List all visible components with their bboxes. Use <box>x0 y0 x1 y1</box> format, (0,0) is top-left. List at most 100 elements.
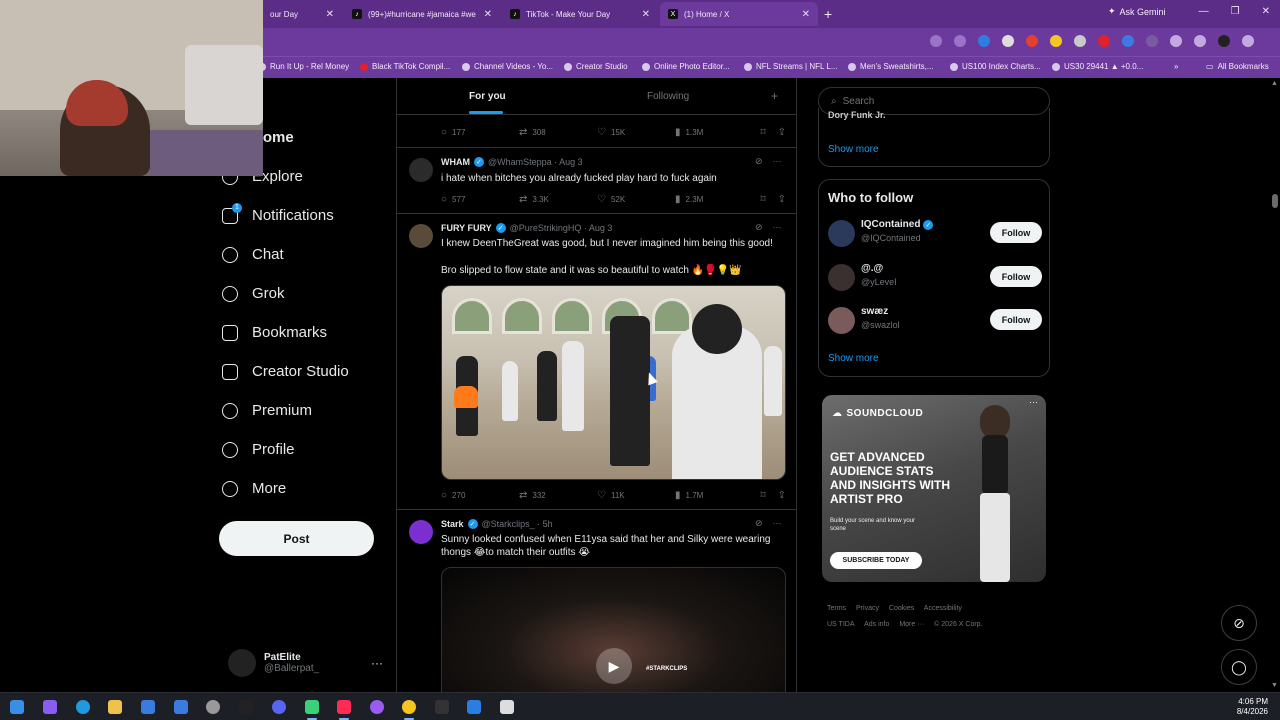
reply-button[interactable]: ○ 270 <box>441 490 519 501</box>
show-more-link[interactable]: Show more <box>828 144 879 155</box>
system-clock[interactable]: 4:06 PM 8/4/2026 <box>1237 697 1268 717</box>
nav-item-notifications[interactable]: 1 Notifications <box>222 196 349 235</box>
like-button[interactable]: ♡ 52K <box>597 194 675 205</box>
steam-icon[interactable] <box>206 700 220 714</box>
repost-button[interactable]: ⇄ 3.3K <box>519 194 597 205</box>
ask-gemini-button[interactable]: ✦ Ask Gemini <box>1108 6 1166 17</box>
bookmark-item[interactable]: Channel Videos - Yo... <box>462 62 553 71</box>
close-icon[interactable]: ✕ <box>326 9 334 20</box>
share-icon[interactable]: ⇪ <box>778 194 786 205</box>
nav-item-grok[interactable]: Grok <box>222 274 349 313</box>
bookmarks-overflow-button[interactable]: » <box>1174 62 1178 71</box>
extension-icon[interactable] <box>978 35 990 47</box>
views-button[interactable]: ▮ 1.7M <box>675 490 753 501</box>
extension-icon[interactable] <box>1050 35 1062 47</box>
follow-suggestion[interactable]: @.@ @yLeveI Follow <box>828 262 1042 292</box>
grok-icon[interactable]: ⊘ <box>755 222 763 233</box>
bookmark-icon[interactable]: ⌑ <box>760 194 765 205</box>
bookmark-item[interactable]: Black TikTok Compil... <box>360 62 450 71</box>
tweet-video[interactable]: ▶ #STARKCLIPS <box>441 567 786 692</box>
avatar[interactable] <box>828 220 855 247</box>
kebab-menu-icon[interactable] <box>1242 35 1254 47</box>
scroll-down-icon[interactable]: ▼ <box>1271 682 1278 689</box>
close-icon[interactable]: ✕ <box>484 9 492 20</box>
scroll-thumb[interactable] <box>1272 194 1278 208</box>
views-button[interactable]: ▮ 1.3M <box>675 127 753 138</box>
close-window-icon[interactable]: ✕ <box>1262 6 1270 17</box>
share-icon[interactable]: ⇪ <box>778 490 786 501</box>
new-tab-button[interactable]: + <box>824 6 832 22</box>
star-icon[interactable] <box>954 35 966 47</box>
address-bar[interactable] <box>260 31 970 53</box>
follow-button[interactable]: Follow <box>990 266 1042 287</box>
bookmark-item[interactable]: US100 Index Charts... <box>950 62 1041 71</box>
app-icon[interactable] <box>435 700 449 714</box>
tweet[interactable]: Stark ✓ @Starkclips_ · 5h ⊘ ··· Sunny loo… <box>397 510 796 692</box>
footer-link[interactable]: More ··· <box>899 621 924 628</box>
chrome-icon[interactable] <box>402 700 416 720</box>
extension-icon[interactable] <box>1122 35 1134 47</box>
footer-link[interactable]: Privacy <box>856 605 879 612</box>
avatar[interactable] <box>828 307 855 334</box>
browser-tab-3[interactable]: ♪ TikTok - Make Your Day ✕ <box>502 2 658 26</box>
footer-link[interactable]: Accessibility <box>924 605 962 612</box>
add-icon[interactable] <box>467 700 481 714</box>
extension-icon[interactable] <box>1026 35 1038 47</box>
nav-item-premium[interactable]: Premium <box>222 391 349 430</box>
grok-icon[interactable]: ⊘ <box>755 156 763 167</box>
follow-button[interactable]: Follow <box>990 309 1042 330</box>
chat-fab-button[interactable]: ◯ <box>1221 649 1257 685</box>
subscribe-button[interactable]: SUBSCRIBE TODAY <box>830 552 922 569</box>
avatar[interactable] <box>828 264 855 291</box>
browser-tab-4[interactable]: X (1) Home / X ✕ <box>660 2 818 26</box>
copilot-icon[interactable] <box>43 700 57 714</box>
all-bookmarks-button[interactable]: ▭ All Bookmarks <box>1206 62 1269 71</box>
like-button[interactable]: ♡ 11K <box>597 490 675 501</box>
footer-link[interactable]: US TIDA <box>827 621 855 628</box>
avatar[interactable] <box>409 520 433 544</box>
more-icon[interactable]: ··· <box>773 156 782 167</box>
extension-icon[interactable] <box>1146 35 1158 47</box>
browser-tab-2[interactable]: ♪ (99+)#hurricane #jamaica #we ✕ <box>344 2 500 26</box>
profile-avatar-icon[interactable] <box>1218 35 1230 47</box>
page-scrollbar[interactable]: ▲ ▼ <box>1270 78 1280 692</box>
reply-button[interactable]: ○ 577 <box>441 194 519 205</box>
extension-icon[interactable] <box>1098 35 1110 47</box>
nav-item-profile[interactable]: Profile <box>222 430 349 469</box>
avatar[interactable] <box>409 224 433 248</box>
browser-tab-1[interactable]: our Day ✕ <box>262 2 342 26</box>
store-icon[interactable] <box>141 700 155 714</box>
close-icon[interactable]: ✕ <box>642 9 650 20</box>
install-icon[interactable] <box>930 35 942 47</box>
close-icon[interactable]: ✕ <box>802 9 810 20</box>
app-icon[interactable] <box>500 700 514 714</box>
show-more-link[interactable]: Show more <box>828 353 879 364</box>
discord-icon[interactable] <box>272 700 286 714</box>
puzzle-icon[interactable] <box>1170 35 1182 47</box>
tweet-video[interactable] <box>441 285 786 480</box>
follow-button[interactable]: Follow <box>990 222 1042 243</box>
more-icon[interactable]: ··· <box>773 222 782 233</box>
bookmark-item[interactable]: US30 29441 ▲ +0.0... <box>1052 62 1143 71</box>
tiktok-icon[interactable] <box>337 700 351 720</box>
soundcloud-ad[interactable]: ☁ SOUNDCLOUD ··· GET ADVANCED AUDIENCE ST… <box>822 395 1046 582</box>
bookmark-item[interactable]: Online Photo Editor... <box>642 62 730 71</box>
tab-following[interactable]: Following <box>647 91 689 102</box>
footer-link[interactable]: Terms <box>827 605 846 612</box>
tweet[interactable]: WHAM ✓ @WhamSteppa · Aug 3 ⊘ ··· i hate w… <box>397 148 796 214</box>
epic-games-icon[interactable] <box>239 700 253 714</box>
add-tab-icon[interactable]: + <box>771 89 778 103</box>
repost-button[interactable]: ⇄ 332 <box>519 490 597 501</box>
reply-button[interactable]: ○ 177 <box>441 127 519 138</box>
footer-link[interactable]: Ads info <box>864 621 889 628</box>
windows-start-icon[interactable] <box>10 700 24 714</box>
edge-icon[interactable] <box>76 700 90 714</box>
footer-link[interactable]: Cookies <box>889 605 914 612</box>
extension-icon[interactable] <box>1002 35 1014 47</box>
restore-icon[interactable]: ❐ <box>1231 6 1240 17</box>
more-icon[interactable]: ··· <box>773 518 782 529</box>
share-icon[interactable]: ⇪ <box>778 127 786 138</box>
follow-suggestion[interactable]: swæz @swazlol Follow <box>828 305 1042 335</box>
bookmark-item[interactable]: Creator Studio <box>564 62 628 71</box>
nav-item-creator-studio[interactable]: Creator Studio <box>222 352 349 391</box>
